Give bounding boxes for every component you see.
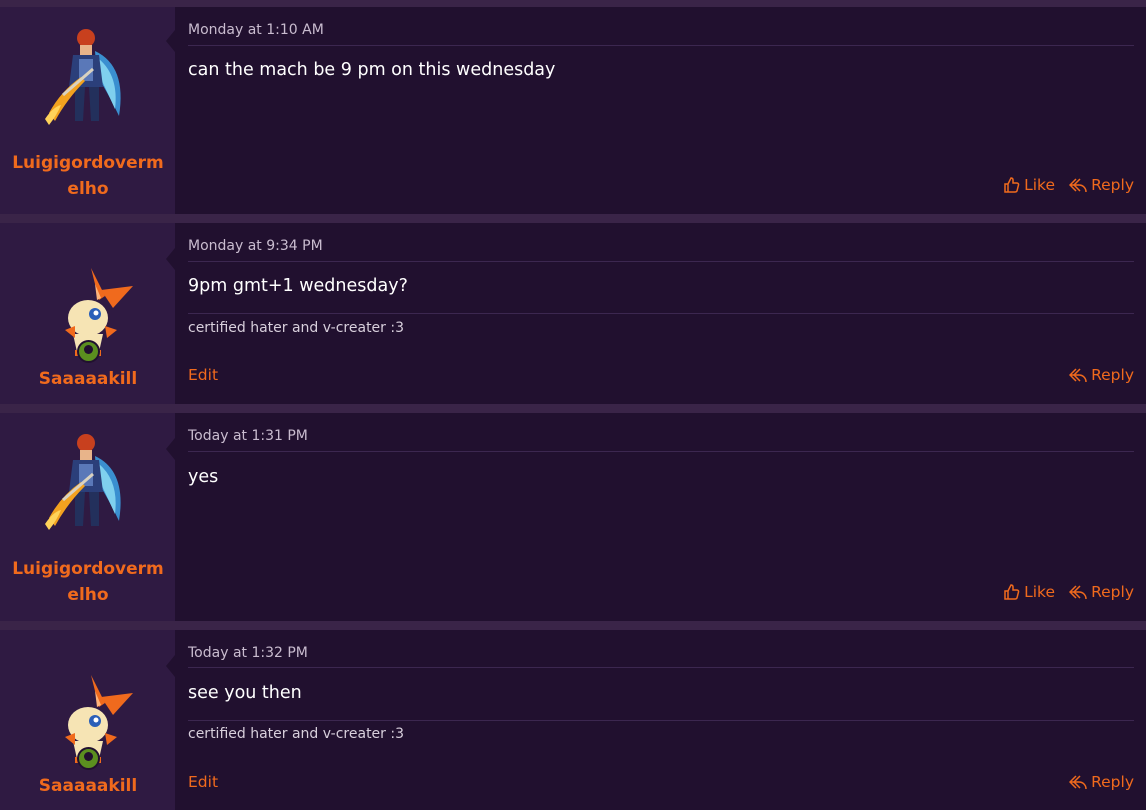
signature-divider [188,313,1134,314]
online-status-icon [77,747,100,770]
post-body: can the mach be 9 pm on this wednesday [188,60,556,80]
post-content: Monday at 1:10 AM can the mach be 9 pm o… [188,7,1134,214]
username[interactable]: Luigigordoverm elho [8,556,168,608]
post-body: see you then [188,683,302,703]
username-line[interactable]: Luigigordoverm [8,150,168,176]
knight-avatar[interactable] [35,21,141,129]
edit-button[interactable]: Edit [188,366,218,384]
message-post: Luigigordoverm elho Today at 1:31 PM yes… [0,413,1146,621]
username-line[interactable]: elho [8,176,168,202]
reply-button[interactable]: Reply [1069,583,1134,601]
username[interactable]: Luigigordoverm elho [8,150,168,202]
message-post: Luigigordoverm elho Monday at 1:10 AM ca… [0,7,1146,214]
reply-arrow-icon [1069,177,1087,192]
reply-button[interactable]: Reply [1069,176,1134,194]
user-cell: Saaaaakill [0,630,175,810]
signature: certified hater and v-creater :3 [188,320,404,336]
edit-label: Edit [188,366,219,384]
reply-button[interactable]: Reply [1069,773,1134,791]
reply-arrow-icon [1069,367,1087,382]
user-cell: Saaaaakill [0,223,175,404]
post-content: Today at 1:31 PM yes Like Reply [188,413,1134,621]
reply-label: Reply [1091,583,1134,601]
online-status-icon [77,340,100,363]
post-body: yes [188,467,219,487]
post-arrow [166,248,175,270]
reply-label: Reply [1091,773,1134,791]
signature: certified hater and v-creater :3 [188,726,404,742]
edit-label: Edit [188,773,219,791]
reply-label: Reply [1091,366,1134,384]
username[interactable]: Saaaaakill [8,773,168,799]
post-content: Today at 1:32 PM see you then certified … [188,630,1134,810]
divider [188,261,1134,262]
thumbs-up-icon [1004,583,1020,600]
thumbs-up-icon [1004,176,1020,193]
post-date[interactable]: Monday at 9:34 PM [188,238,323,254]
signature-divider [188,720,1134,721]
post-date[interactable]: Today at 1:32 PM [188,645,308,661]
reply-arrow-icon [1069,774,1087,789]
post-date[interactable]: Monday at 1:10 AM [188,22,324,38]
post-body: 9pm gmt+1 wednesday? [188,276,408,296]
post-arrow [166,655,175,677]
post-content: Monday at 9:34 PM 9pm gmt+1 wednesday? c… [188,223,1134,404]
divider [188,451,1134,452]
reply-arrow-icon [1069,584,1087,599]
reply-label: Reply [1091,176,1134,194]
like-label: Like [1024,583,1055,601]
divider [188,667,1134,668]
username-line[interactable]: Luigigordoverm [8,556,168,582]
like-button[interactable]: Like [1003,176,1055,194]
post-date[interactable]: Today at 1:31 PM [188,428,308,444]
message-post: Saaaaakill Today at 1:32 PM see you then… [0,630,1146,810]
message-post: Saaaaakill Monday at 9:34 PM 9pm gmt+1 w… [0,223,1146,404]
like-button[interactable]: Like [1003,583,1055,601]
user-cell: Luigigordoverm elho [0,413,175,621]
username[interactable]: Saaaaakill [8,366,168,392]
divider [188,45,1134,46]
username-line[interactable]: elho [8,582,168,608]
post-arrow [166,30,175,52]
knight-avatar[interactable] [35,426,141,534]
like-label: Like [1024,176,1055,194]
edit-button[interactable]: Edit [188,773,218,791]
post-arrow [166,438,175,460]
reply-button[interactable]: Reply [1069,366,1134,384]
user-cell: Luigigordoverm elho [0,7,175,214]
